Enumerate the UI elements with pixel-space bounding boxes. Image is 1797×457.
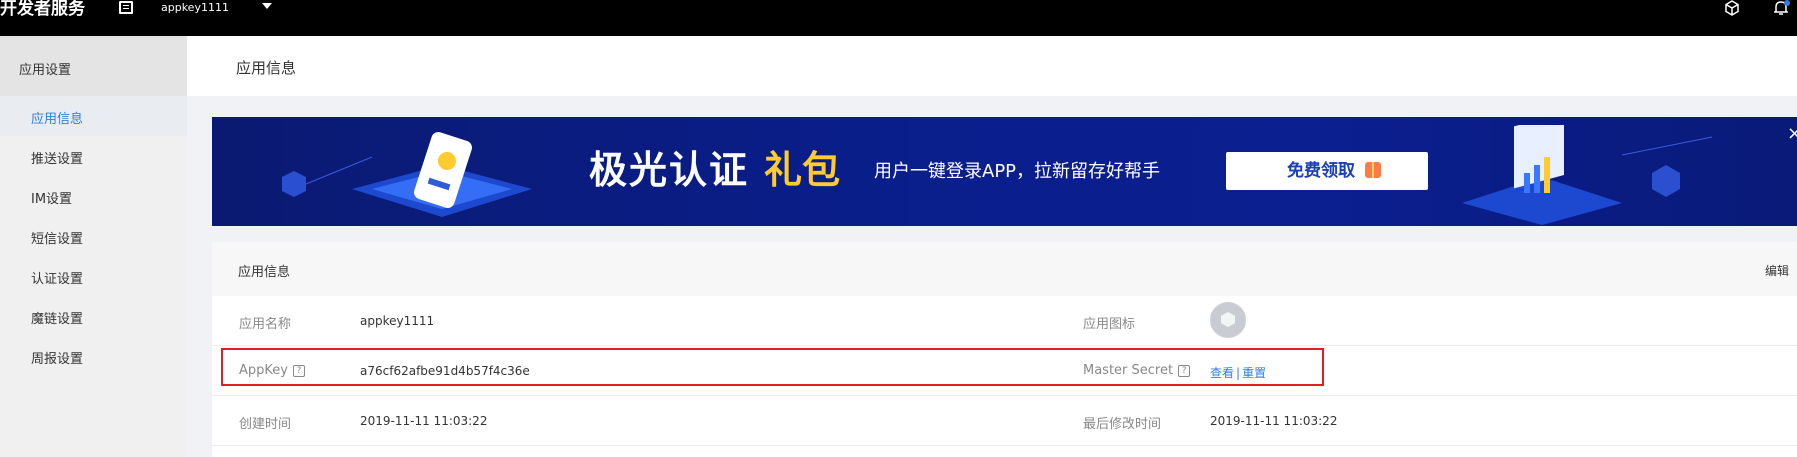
- modified-time-value: 2019-11-11 11:03:22: [1210, 414, 1338, 428]
- banner-subtitle: 用户一键登录APP，拉新留存好帮手: [874, 161, 1161, 182]
- sidebar-item-auth[interactable]: 认证设置: [0, 256, 187, 296]
- sidebar-item-label: 认证设置: [31, 272, 84, 287]
- sidebar-item-label: 推送设置: [31, 152, 84, 167]
- created-time-value: 2019-11-11 11:03:22: [360, 414, 488, 428]
- sidebar-header: 应用设置: [0, 36, 187, 96]
- claim-free-button[interactable]: 免费领取: [1226, 152, 1428, 190]
- top-bar: 开发者服务 appkey1111: [0, 0, 1797, 36]
- banner-chart-illustration: [1462, 125, 1713, 225]
- sidebar-item-label: 短信设置: [31, 232, 84, 247]
- modified-time-label: 最后修改时间: [1083, 417, 1162, 432]
- table-row: 应用名称 appkey1111 应用图标: [212, 296, 1797, 346]
- table-row: 创建时间 2019-11-11 11:03:22 最后修改时间 2019-11-…: [212, 396, 1797, 446]
- created-time-label: 创建时间: [239, 417, 292, 432]
- sidebar-item-im[interactable]: IM设置: [0, 176, 187, 216]
- panel-title: 应用信息: [238, 265, 291, 280]
- sidebar-header-label: 应用设置: [19, 63, 72, 78]
- claim-free-button-label: 免费领取: [1287, 161, 1355, 181]
- page-title: 应用信息: [236, 59, 297, 77]
- bell-icon[interactable]: [1772, 0, 1790, 16]
- highlight-box: [221, 348, 1324, 386]
- caret-down-icon[interactable]: [262, 3, 272, 9]
- cube-icon[interactable]: [1724, 0, 1740, 16]
- close-icon[interactable]: ×: [1787, 123, 1797, 144]
- app-icon: [1210, 302, 1246, 338]
- edit-button[interactable]: 编辑: [1765, 262, 1789, 279]
- brand-title: 开发者服务: [0, 0, 85, 19]
- app-name-value: appkey1111: [360, 314, 435, 328]
- app-selector[interactable]: appkey1111: [161, 1, 229, 15]
- sidebar-item-label: 应用信息: [31, 112, 84, 127]
- sidebar-item-magic-link[interactable]: 魔链设置: [0, 296, 187, 336]
- promo-banner[interactable]: 极光认证 礼包 用户一键登录APP，拉新留存好帮手 免费领取 ×: [212, 117, 1797, 226]
- sidebar: 应用设置 应用信息 推送设置 IM设置 短信设置 认证设置 魔链设置 周报设置: [0, 36, 187, 457]
- doc-icon[interactable]: [119, 1, 133, 14]
- sidebar-item-label: IM设置: [31, 192, 73, 207]
- app-icon-label: 应用图标: [1083, 317, 1136, 332]
- sidebar-item-app-info[interactable]: 应用信息: [0, 96, 187, 136]
- app-name-label: 应用名称: [239, 317, 292, 332]
- sidebar-item-sms[interactable]: 短信设置: [0, 216, 187, 256]
- gift-icon: [1365, 162, 1381, 178]
- page-header: 应用信息: [187, 36, 1797, 96]
- sidebar-item-label: 周报设置: [31, 352, 84, 367]
- sidebar-item-weekly[interactable]: 周报设置: [0, 336, 187, 376]
- banner-title: 极光认证: [589, 148, 750, 192]
- sidebar-item-label: 魔链设置: [31, 312, 84, 327]
- sidebar-item-push[interactable]: 推送设置: [0, 136, 187, 176]
- banner-title-accent: 礼包: [764, 148, 841, 192]
- panel-header: 应用信息 编辑: [212, 242, 1797, 296]
